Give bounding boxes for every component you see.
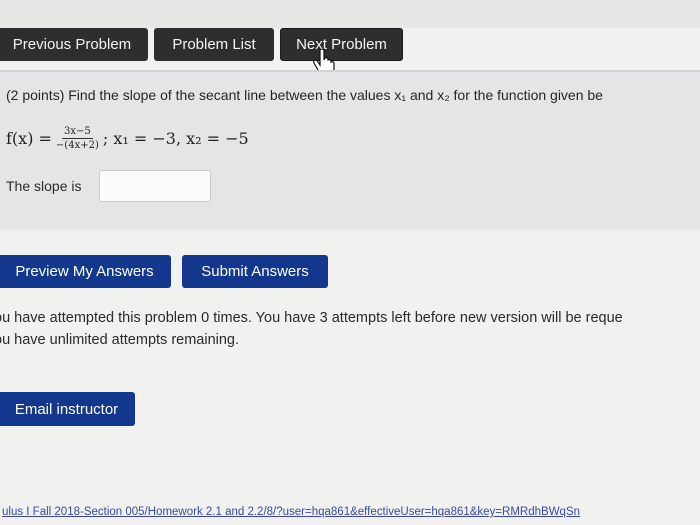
problem-nav-bar: Previous Problem Problem List Next Probl… [0,28,700,75]
submit-answers-button[interactable]: Submit Answers [182,255,328,288]
fraction-numerator: 3x−5 [62,125,93,139]
fraction-denominator: −(4x+2) [55,139,99,151]
answer-actions: Preview My Answers Submit Answers [0,255,328,288]
x-values: ; x₁ = −3, x₂ = −5 [102,128,249,148]
attempts-line-2: ou have unlimited attempts remaining. [0,332,240,348]
next-problem-button[interactable]: Next Problem [280,28,403,75]
problem-panel: (2 points) Find the slope of the secant … [0,70,700,230]
slope-answer-row: The slope is [6,170,212,202]
next-problem-label: Next Problem [296,36,387,53]
function-lhs: f(x) = [6,128,52,148]
attempts-message: ou have attempted this problem 0 times. … [0,307,623,351]
problem-list-button[interactable]: Problem List [154,28,274,61]
email-instructor-button[interactable]: Email instructor [0,392,135,426]
problem-statement: (2 points) Find the slope of the secant … [6,87,603,103]
attempts-line-1: ou have attempted this problem 0 times. … [0,310,623,326]
function-fraction: 3x−5 −(4x+2) [56,126,99,151]
slope-label: The slope is [6,178,82,194]
function-formula: f(x) = 3x−5 −(4x+2) ; x₁ = −3, x₂ = −5 [6,118,249,158]
top-strip [0,0,700,28]
footer-url-link[interactable]: ulus I Fall 2018-Section 005/Homework 2.… [0,506,700,525]
preview-answers-button[interactable]: Preview My Answers [0,255,171,288]
previous-problem-button[interactable]: Previous Problem [0,28,148,61]
slope-answer-input[interactable] [99,170,212,202]
